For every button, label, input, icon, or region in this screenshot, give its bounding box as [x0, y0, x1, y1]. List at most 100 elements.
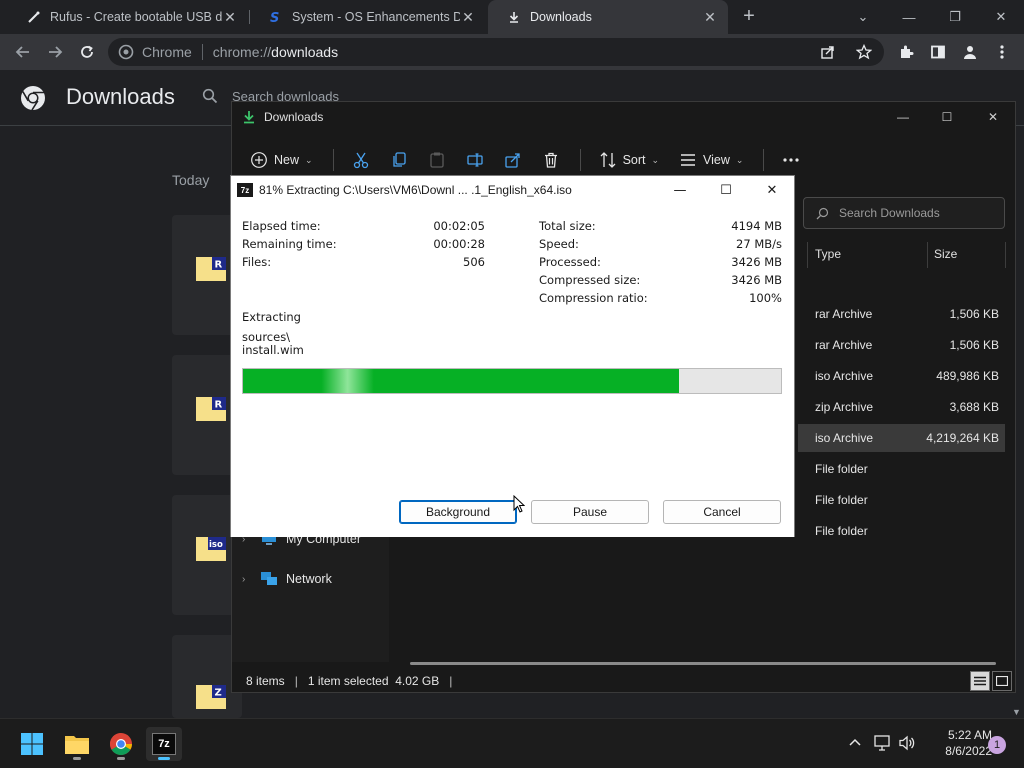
- reload-button[interactable]: [76, 41, 98, 63]
- file-badge: R: [215, 400, 223, 411]
- rename-button[interactable]: [466, 151, 484, 169]
- compressed-size-value: 3426 MB: [731, 273, 782, 287]
- forward-button[interactable]: [44, 41, 66, 63]
- close-icon[interactable]: ✕: [222, 9, 238, 26]
- maximize-button[interactable]: ☐: [703, 176, 749, 204]
- file-type: File folder: [815, 493, 868, 507]
- omnibox-divider: [201, 44, 203, 60]
- scroll-down-icon[interactable]: ▼: [1012, 707, 1021, 717]
- more-icon: [783, 158, 800, 162]
- progress-fill: [243, 369, 679, 393]
- file-row[interactable]: rar Archive 1,506 KB: [798, 300, 1005, 328]
- show-hidden-icons-chevron-icon[interactable]: [848, 735, 862, 749]
- bookmark-star-icon[interactable]: [856, 44, 872, 60]
- chrome-toolbar: Chrome chrome://downloads: [0, 34, 1024, 70]
- share-button[interactable]: [504, 151, 522, 169]
- close-button[interactable]: ✕: [970, 102, 1016, 132]
- delete-button[interactable]: [542, 151, 560, 169]
- sevenzip-logo-icon: 7z: [237, 183, 253, 197]
- file-row[interactable]: File folder: [798, 455, 1005, 483]
- extensions-icon[interactable]: [896, 42, 916, 62]
- explorer-search-box[interactable]: Search Downloads: [803, 197, 1005, 229]
- file-row[interactable]: iso Archive 489,986 KB: [798, 362, 1005, 390]
- tiles-view-icon: [996, 676, 1008, 686]
- file-row[interactable]: File folder: [798, 486, 1005, 514]
- minimize-button[interactable]: —: [886, 0, 932, 34]
- side-panel-icon[interactable]: [928, 42, 948, 62]
- background-button[interactable]: Background: [399, 500, 517, 524]
- new-label: New: [274, 153, 300, 167]
- file-type: rar Archive: [815, 307, 873, 321]
- share-icon: [504, 153, 520, 168]
- file-row[interactable]: zip Archive 3,688 KB: [798, 393, 1005, 421]
- mouse-cursor-icon: [513, 495, 525, 513]
- scissors-icon: [353, 152, 368, 169]
- taskbar-chrome[interactable]: [103, 727, 139, 761]
- cancel-button[interactable]: Cancel: [663, 500, 781, 524]
- column-header-type[interactable]: Type: [815, 242, 841, 266]
- status-divider: |: [449, 674, 453, 688]
- share-icon[interactable]: [820, 44, 836, 60]
- copy-button[interactable]: [390, 151, 408, 169]
- file-badge: Z: [215, 688, 222, 699]
- explorer-title: Downloads: [264, 110, 324, 124]
- column-header-size[interactable]: Size: [934, 242, 957, 266]
- column-divider[interactable]: [927, 242, 928, 268]
- column-divider[interactable]: [807, 242, 808, 268]
- clock-date: 8/6/2022: [945, 744, 992, 758]
- chrome-menu-icon[interactable]: [992, 42, 1012, 62]
- processed-value: 3426 MB: [731, 255, 782, 269]
- notification-badge[interactable]: 1: [988, 736, 1006, 754]
- rufus-favicon-icon: [26, 9, 42, 25]
- search-placeholder: Search Downloads: [839, 206, 940, 220]
- tab-system[interactable]: S System - OS Enhancements Downloads ✕: [250, 0, 486, 34]
- new-button[interactable]: New ⌄: [250, 151, 313, 169]
- horizontal-scrollbar[interactable]: [410, 662, 996, 665]
- paste-button[interactable]: [428, 151, 446, 169]
- tab-downloads[interactable]: Downloads ✕: [488, 0, 728, 34]
- tab-search-icon[interactable]: ⌄: [840, 0, 886, 34]
- maximize-button[interactable]: ☐: [924, 102, 970, 132]
- nav-item-network[interactable]: › Network: [242, 569, 332, 589]
- pause-button[interactable]: Pause: [531, 500, 649, 524]
- taskbar-7zip[interactable]: 7z: [146, 727, 182, 761]
- current-file: install.wim: [242, 343, 304, 357]
- new-tab-button[interactable]: +: [738, 6, 760, 28]
- back-button[interactable]: [12, 41, 34, 63]
- close-icon[interactable]: ✕: [702, 9, 718, 26]
- restore-button[interactable]: ❐: [932, 0, 978, 34]
- status-divider: |: [294, 674, 298, 688]
- download-icon: [506, 9, 522, 25]
- close-icon[interactable]: ✕: [460, 9, 476, 26]
- view-button[interactable]: View ⌄: [679, 151, 743, 169]
- minimize-button[interactable]: —: [880, 102, 926, 132]
- column-divider[interactable]: [1005, 242, 1006, 268]
- folder-icon: [65, 736, 89, 754]
- file-badge: R: [215, 260, 223, 271]
- file-row[interactable]: File folder: [798, 517, 1005, 545]
- profile-icon[interactable]: [960, 42, 980, 62]
- window-close-button[interactable]: ✕: [978, 0, 1024, 34]
- cut-button[interactable]: [352, 151, 370, 169]
- details-view-button[interactable]: [970, 671, 990, 691]
- extraction-progress-bar: [242, 368, 782, 394]
- chevron-right-icon[interactable]: ›: [242, 574, 252, 585]
- volume-icon[interactable]: [898, 735, 916, 751]
- taskbar-file-explorer[interactable]: [59, 727, 95, 761]
- windows-logo-icon: [21, 733, 43, 755]
- selection-info: 1 item selected 4.02 GB: [307, 674, 440, 688]
- network-tray-icon[interactable]: [874, 735, 892, 751]
- minimize-button[interactable]: —: [657, 176, 703, 204]
- address-bar[interactable]: Chrome chrome://downloads: [108, 38, 884, 66]
- compression-ratio-label: Compression ratio:: [539, 291, 648, 305]
- file-row-selected[interactable]: iso Archive 4,219,264 KB: [798, 424, 1005, 452]
- processed-label: Processed:: [539, 255, 601, 269]
- taskbar-clock[interactable]: 5:22 AM 8/6/2022: [922, 727, 992, 759]
- more-options-button[interactable]: [782, 157, 800, 163]
- tiles-view-button[interactable]: [992, 671, 1012, 691]
- sort-button[interactable]: Sort ⌄: [599, 151, 659, 169]
- tab-rufus[interactable]: Rufus - Create bootable USB drive ✕: [8, 0, 248, 34]
- file-row[interactable]: rar Archive 1,506 KB: [798, 331, 1005, 359]
- start-button[interactable]: [14, 727, 50, 761]
- close-button[interactable]: ✕: [749, 176, 795, 204]
